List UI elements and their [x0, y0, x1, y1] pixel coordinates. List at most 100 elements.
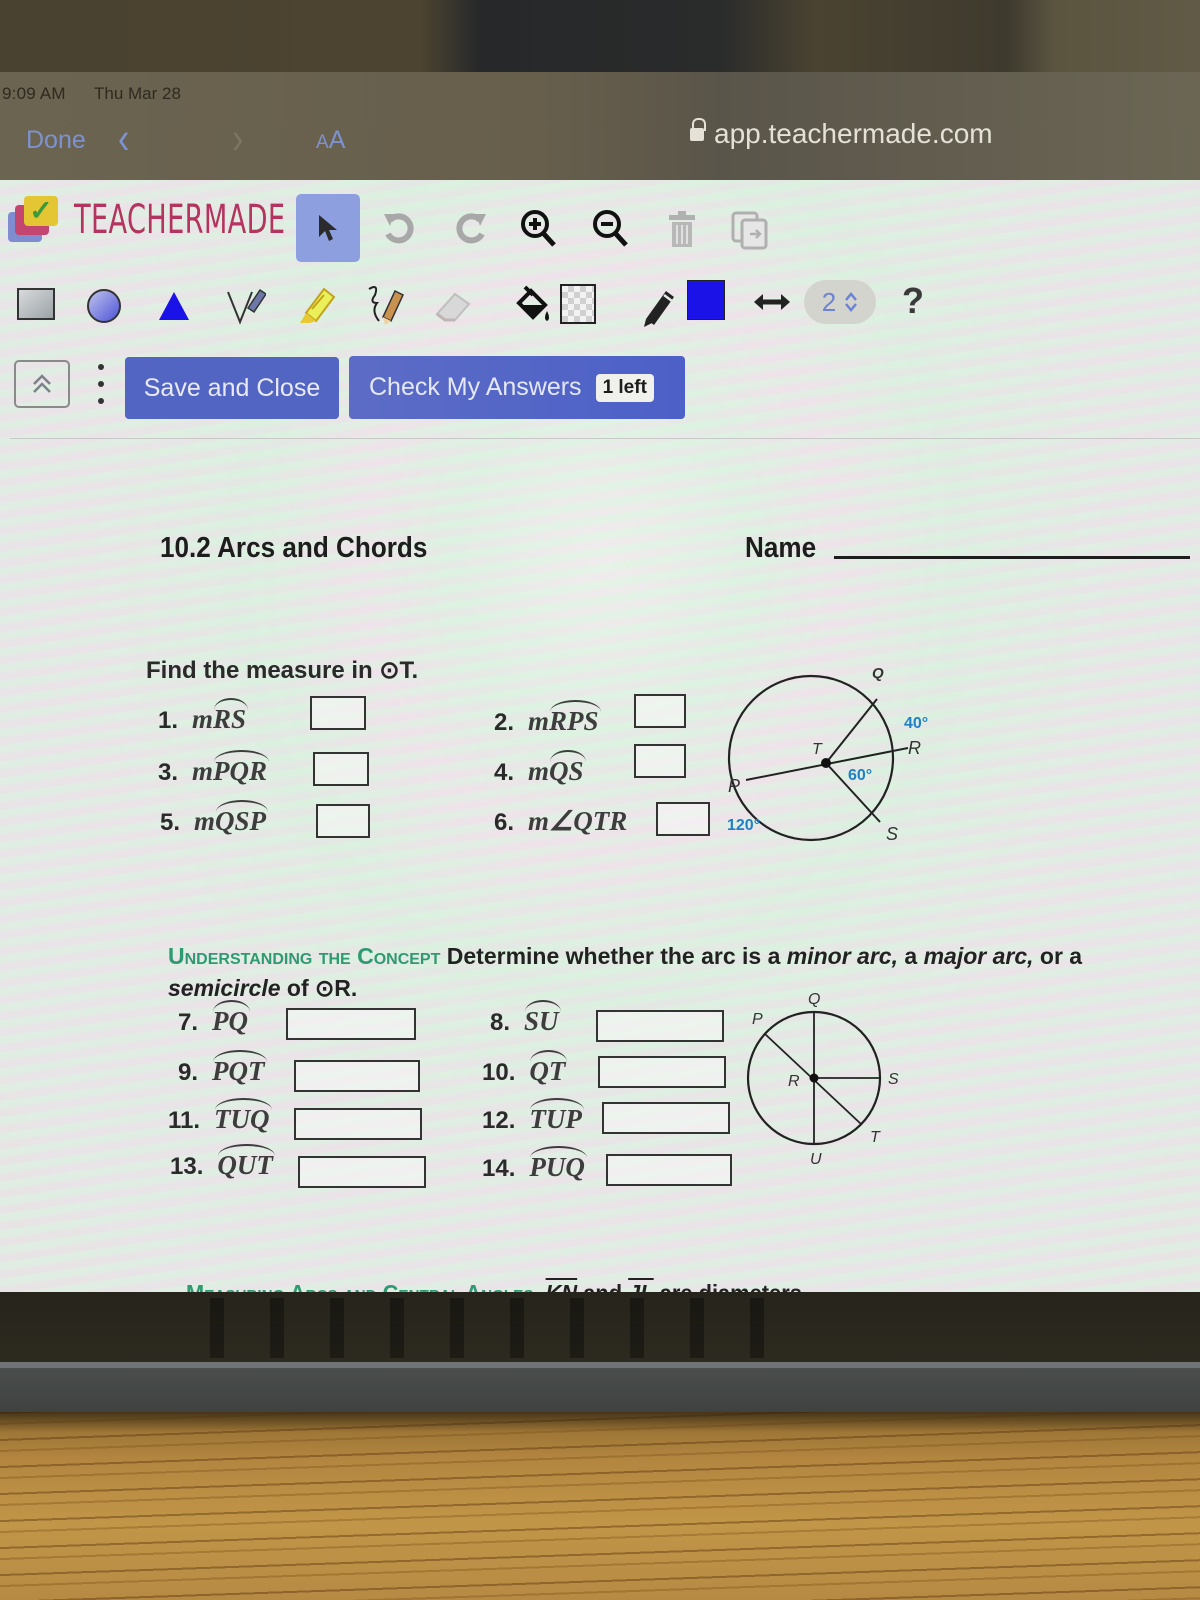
pen-tool[interactable]	[224, 284, 268, 328]
answer-box-3[interactable]	[313, 752, 369, 786]
question-expression: mPQR	[192, 750, 270, 786]
circle-tool[interactable]	[84, 286, 124, 326]
answer-box-13[interactable]	[298, 1156, 426, 1188]
fill-color-swatch[interactable]	[558, 282, 598, 326]
instruction-text: of ⊙R.	[280, 975, 358, 1001]
wooden-desk	[0, 1412, 1200, 1600]
question-7: 7. PQ	[178, 1000, 251, 1037]
circle-r-diagram: Q P S R T U	[746, 991, 899, 1168]
name-input-line[interactable]	[834, 556, 1190, 559]
triangle-icon	[159, 292, 189, 320]
answer-box-14[interactable]	[606, 1154, 732, 1186]
question-expression: QUT	[217, 1144, 275, 1181]
undo-icon	[384, 213, 414, 244]
answer-box-2[interactable]	[634, 694, 686, 728]
logo-mark-icon: ✓	[8, 196, 68, 244]
check-my-answers-button[interactable]: Check My Answers 1 left	[349, 356, 685, 419]
stroke-color-swatch[interactable]	[686, 280, 726, 320]
point-label-r: R	[908, 738, 921, 758]
done-button[interactable]: Done	[26, 126, 86, 155]
answer-box-9[interactable]	[294, 1060, 420, 1092]
question-6: 6. m∠QTR	[494, 806, 627, 837]
duplicate-button[interactable]	[728, 208, 772, 252]
handwriting-icon	[368, 286, 404, 325]
answer-box-1[interactable]	[310, 696, 366, 730]
point-label-t: T	[870, 1129, 881, 1146]
arc-notation: RPS	[549, 700, 601, 736]
line-width-button[interactable]	[752, 290, 792, 314]
answer-box-8[interactable]	[596, 1010, 724, 1042]
status-time: 9:09 AM	[2, 84, 66, 103]
arc-notation: SU	[524, 1000, 561, 1036]
address-bar[interactable]: app.teachermade.com	[690, 118, 993, 150]
collapse-toolbar-button[interactable]	[14, 360, 70, 408]
section2-heading: Understanding the Concept	[168, 943, 441, 969]
circle-t-diagram: Q 40° R T 60° P S 120°	[727, 665, 928, 844]
question-10: 10. QT	[482, 1050, 568, 1087]
answer-box-5[interactable]	[316, 804, 370, 838]
question-number: 2.	[494, 709, 515, 736]
delete-button[interactable]	[664, 210, 700, 250]
question-3: 3. mPQR	[158, 750, 270, 787]
rectangle-tool[interactable]	[16, 284, 56, 324]
arc-notation: QSP	[215, 800, 269, 836]
answer-box-4[interactable]	[634, 744, 686, 778]
undo-button[interactable]	[378, 206, 422, 250]
url-text: app.teachermade.com	[714, 118, 993, 149]
zoom-in-icon	[521, 210, 556, 247]
rectangle-icon	[17, 288, 55, 320]
question-14: 14. PUQ	[482, 1146, 587, 1183]
logo-text: TEACHERMADE	[74, 197, 286, 243]
worksheet-title: 10.2 Arcs and Chords	[160, 532, 428, 564]
question-number: 10.	[482, 1059, 516, 1086]
fill-bucket-icon	[516, 285, 549, 321]
stroke-width-stepper[interactable]: 2	[804, 280, 876, 324]
answer-box-12[interactable]	[602, 1102, 730, 1134]
checks-left-badge: 1 left	[595, 373, 654, 402]
question-number: 7.	[178, 1009, 199, 1036]
screen-reflection	[210, 1298, 810, 1358]
eraser-tool[interactable]	[432, 284, 476, 328]
question-expression: mQSP	[194, 800, 269, 836]
question-8: 8. SU	[490, 1000, 561, 1037]
arc-notation: PQ	[212, 1000, 251, 1036]
fill-tool[interactable]	[512, 282, 554, 328]
help-button[interactable]: ?	[902, 280, 924, 322]
tablet-bezel	[0, 0, 1200, 72]
arc-notation: PUQ	[529, 1146, 587, 1182]
pencil-icon	[644, 291, 674, 327]
fill-color-swatch-icon	[560, 284, 596, 324]
chevron-left-icon[interactable]: ‹	[118, 114, 129, 165]
question-expression: SU	[524, 1000, 561, 1037]
question-expression: mRS	[192, 698, 249, 734]
select-tool-button[interactable]	[296, 194, 360, 262]
stroke-tool[interactable]	[640, 282, 680, 328]
answer-box-11[interactable]	[294, 1108, 422, 1140]
point-label-s: S	[886, 824, 898, 844]
question-expression: QT	[529, 1050, 568, 1087]
question-4: 4. mQS	[494, 750, 586, 787]
arc-notation: QUT	[217, 1144, 275, 1180]
question-expression: TUQ	[214, 1098, 272, 1135]
select-arrow-icon	[319, 215, 337, 241]
zoom-out-button[interactable]	[588, 206, 632, 252]
chevron-right-icon[interactable]: ›	[232, 114, 243, 165]
answer-box-7[interactable]	[286, 1008, 416, 1040]
save-and-close-button[interactable]: Save and Close	[125, 357, 339, 419]
redo-icon	[456, 213, 486, 244]
answer-box-10[interactable]	[598, 1056, 726, 1088]
photo-of-tablet-screen: 9:09 AM Thu Mar 28 Done ‹ › AA app.teach…	[0, 0, 1200, 1600]
question-expression: TUP	[529, 1098, 585, 1135]
highlighter-tool[interactable]	[294, 282, 338, 328]
radius-tq	[825, 698, 878, 764]
more-options-icon[interactable]	[96, 364, 106, 404]
triangle-tool[interactable]	[156, 288, 192, 324]
tablet-frame	[0, 1362, 1200, 1412]
zoom-in-button[interactable]	[516, 206, 560, 252]
question-9: 9. PQT	[178, 1050, 268, 1087]
arc-notation: TUP	[529, 1098, 585, 1134]
reader-text-size-button[interactable]: AA	[316, 126, 345, 155]
redo-button[interactable]	[448, 206, 492, 250]
handwriting-tool[interactable]	[364, 280, 408, 328]
minor-arc-term: minor arc,	[786, 943, 898, 969]
